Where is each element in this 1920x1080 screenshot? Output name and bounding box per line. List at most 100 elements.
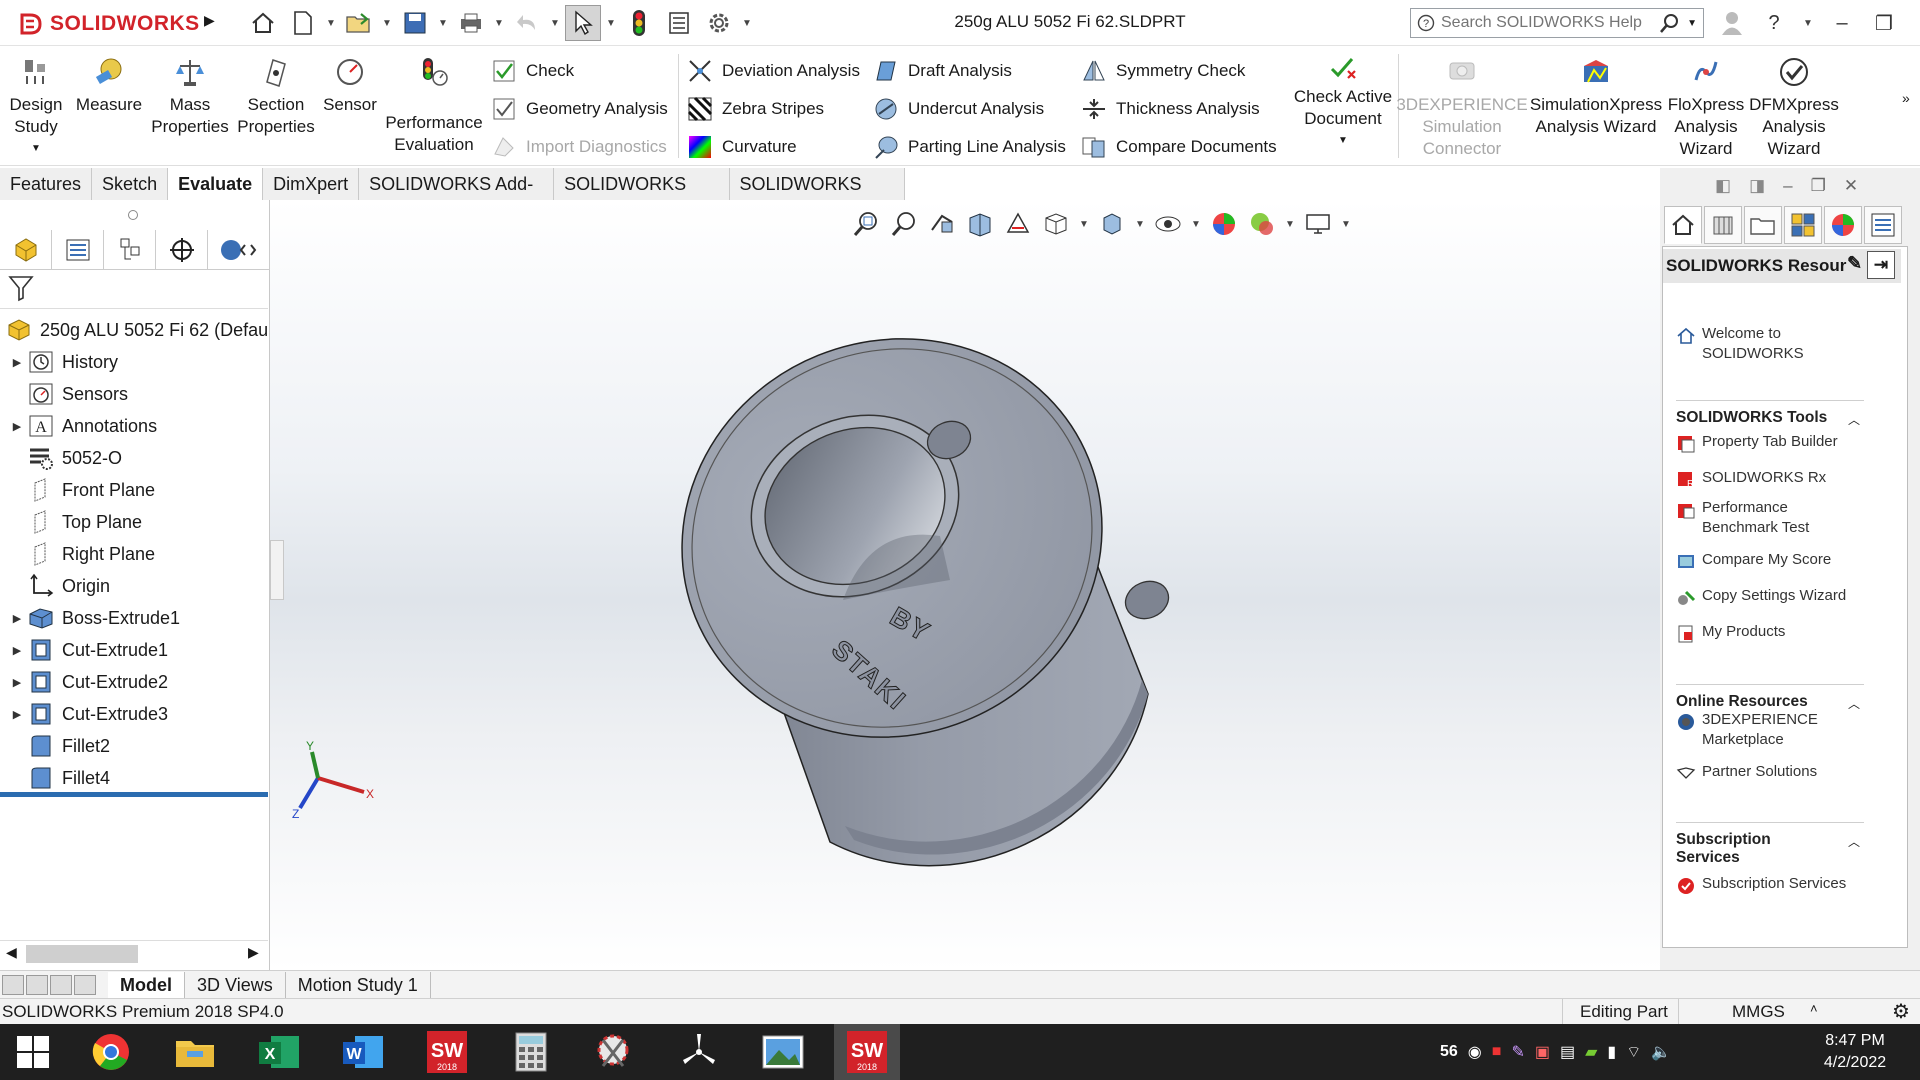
- tab-solidworks-cam[interactable]: SOLIDWORKS CAM: [729, 168, 905, 226]
- parting-line-analysis-button[interactable]: Parting Line Analysis: [872, 132, 1066, 162]
- solidworks-rx-link[interactable]: Rx SOLIDWORKS Rx: [1676, 468, 1826, 490]
- previous-tab-icon[interactable]: [26, 974, 48, 995]
- solidworks-logo[interactable]: SOLIDWORKS: [18, 6, 200, 42]
- partner-solutions-link[interactable]: Partner Solutions: [1676, 762, 1817, 784]
- rebuild-icon[interactable]: [621, 5, 657, 41]
- chevron-down-icon[interactable]: ▼: [1340, 219, 1352, 230]
- chevron-down-icon[interactable]: ▼: [549, 18, 561, 29]
- volume-icon[interactable]: 🔈: [1651, 1042, 1671, 1062]
- tree-item-annotations[interactable]: ▶ A Annotations: [0, 410, 157, 442]
- tree-item-cut-extrude3[interactable]: ▶ Cut-Extrude3: [0, 698, 168, 730]
- taskbar-clock[interactable]: 8:47 PM 4/2/2022: [1800, 1030, 1910, 1074]
- calculator-icon[interactable]: [498, 1024, 564, 1080]
- task-pane-forward-icon[interactable]: ◨: [1749, 176, 1765, 196]
- excel-icon[interactable]: X: [246, 1024, 312, 1080]
- dfmxpress-button[interactable]: DFMXpress Analysis Wizard: [1748, 54, 1840, 160]
- user-icon[interactable]: [1718, 9, 1746, 37]
- dynamic-annotation-icon[interactable]: [1002, 208, 1034, 240]
- thickness-analysis-button[interactable]: Thickness Analysis: [1080, 94, 1260, 124]
- tree-item-history[interactable]: ▶ History: [0, 346, 118, 378]
- save-icon[interactable]: [397, 5, 433, 41]
- tree-item-origin[interactable]: Origin: [0, 570, 110, 602]
- deviation-analysis-button[interactable]: Deviation Analysis: [686, 56, 860, 86]
- apply-scene-icon[interactable]: [1246, 208, 1278, 240]
- tree-item-top-plane[interactable]: Top Plane: [0, 506, 142, 538]
- view-palette-tab-icon[interactable]: [1784, 206, 1822, 244]
- help-search-input[interactable]: [1441, 14, 1654, 32]
- customize-icon[interactable]: ⚙: [1892, 999, 1910, 1024]
- chevron-down-icon[interactable]: ▼: [605, 18, 617, 29]
- display-manager-tab-icon[interactable]: [208, 230, 270, 270]
- photos-icon[interactable]: [750, 1024, 816, 1080]
- tree-item-sensors[interactable]: Sensors: [0, 378, 128, 410]
- select-pointer-icon[interactable]: [565, 5, 601, 41]
- mass-properties-button[interactable]: Mass Properties: [151, 54, 229, 138]
- filter-icon[interactable]: [8, 274, 38, 304]
- tab-solidworks-add-ins[interactable]: SOLIDWORKS Add-Ins: [359, 168, 555, 226]
- chevron-down-icon[interactable]: ▼: [1078, 219, 1090, 230]
- discord-icon[interactable]: ◉: [1468, 1042, 1482, 1062]
- section-properties-button[interactable]: Section Properties: [236, 54, 316, 138]
- new-document-icon[interactable]: [285, 5, 321, 41]
- expand-arrow-icon[interactable]: ▶: [8, 708, 26, 721]
- tree-item-fillet2[interactable]: Fillet2: [0, 730, 110, 762]
- chevron-down-icon[interactable]: ▼: [1802, 18, 1814, 29]
- solidworks-2018-icon[interactable]: SW 2018: [414, 1024, 480, 1080]
- sensor-button[interactable]: Sensor: [320, 54, 380, 116]
- adobe-tray-icon[interactable]: ▣: [1535, 1042, 1550, 1062]
- scrollbar-thumb[interactable]: [26, 945, 138, 963]
- expand-arrow-icon[interactable]: ▶: [8, 644, 26, 657]
- feature-tree-hscrollbar[interactable]: ◀ ▶: [0, 940, 268, 966]
- options-gear-icon[interactable]: [701, 5, 737, 41]
- tree-item-fillet4[interactable]: Fillet4: [0, 762, 110, 794]
- chevron-up-icon[interactable]: ˄: [1810, 1001, 1818, 1016]
- tab-dimxpert[interactable]: DimXpert: [263, 168, 360, 200]
- chevron-down-icon[interactable]: ▼: [437, 18, 449, 29]
- tab-evaluate[interactable]: Evaluate: [168, 168, 264, 200]
- measure-button[interactable]: Measure: [74, 54, 144, 116]
- rollback-bar[interactable]: [0, 792, 268, 797]
- zebra-stripes-button[interactable]: Zebra Stripes: [686, 94, 824, 124]
- print-icon[interactable]: [453, 5, 489, 41]
- chevron-down-icon[interactable]: ▼: [1687, 18, 1697, 29]
- chevron-down-icon[interactable]: ▼: [381, 18, 393, 29]
- home-icon[interactable]: [245, 5, 281, 41]
- resources-home-tab-icon[interactable]: [1664, 206, 1702, 244]
- help-icon[interactable]: ?: [1760, 9, 1788, 37]
- scroll-left-icon[interactable]: ◀: [6, 944, 17, 961]
- open-folder-icon[interactable]: [341, 5, 377, 41]
- simulationxpress-button[interactable]: SimulationXpress Analysis Wizard: [1526, 54, 1666, 138]
- draft-analysis-button[interactable]: Draft Analysis: [872, 56, 1012, 86]
- file-explorer-tab-icon[interactable]: [1744, 206, 1782, 244]
- task-pane-minimize-icon[interactable]: –: [1783, 176, 1792, 196]
- task-pane-back-icon[interactable]: ◧: [1715, 176, 1731, 196]
- word-icon[interactable]: W: [330, 1024, 396, 1080]
- first-tab-icon[interactable]: [2, 974, 24, 995]
- task-pane-close-icon[interactable]: ✕: [1844, 176, 1858, 196]
- tree-item-front-plane[interactable]: Front Plane: [0, 474, 155, 506]
- battery-icon[interactable]: ▮: [1607, 1042, 1616, 1062]
- chevron-up-icon[interactable]: ︿: [1848, 833, 1860, 850]
- section-subscription-services[interactable]: Subscription Services ︿: [1676, 822, 1864, 867]
- tree-item-boss-extrude1[interactable]: ▶ Boss-Extrude1: [0, 602, 180, 634]
- copy-settings-wizard-link[interactable]: Copy Settings Wizard: [1676, 586, 1846, 608]
- configuration-manager-tab-icon[interactable]: [104, 230, 156, 270]
- tab-solidworks-mbd[interactable]: SOLIDWORKS MBD: [554, 168, 730, 226]
- custom-properties-tab-icon[interactable]: [1864, 206, 1902, 244]
- performance-evaluation-button[interactable]: Performance Evaluation: [384, 54, 484, 156]
- property-tab-builder-link[interactable]: Property Tab Builder: [1676, 432, 1838, 454]
- welcome-link[interactable]: Welcome to SOLIDWORKS: [1676, 324, 1804, 364]
- tab-sketch[interactable]: Sketch: [92, 168, 169, 200]
- view-settings-icon[interactable]: [1302, 208, 1334, 240]
- scroll-right-icon[interactable]: ▶: [248, 944, 259, 961]
- curvature-button[interactable]: Curvature: [686, 132, 797, 162]
- zoom-to-fit-icon[interactable]: [850, 208, 882, 240]
- compare-my-score-link[interactable]: Compare My Score: [1676, 550, 1831, 572]
- appearances-tab-icon[interactable]: [1824, 206, 1862, 244]
- close-icon[interactable]: ✕: [1912, 9, 1920, 37]
- unit-system[interactable]: MMGS: [1732, 1002, 1785, 1022]
- check-active-document-button[interactable]: Check Active Document ▼: [1288, 54, 1398, 152]
- chevron-down-icon[interactable]: ▼: [31, 138, 41, 160]
- compare-documents-button[interactable]: Compare Documents: [1080, 132, 1277, 162]
- edit-appearance-icon[interactable]: [1208, 208, 1240, 240]
